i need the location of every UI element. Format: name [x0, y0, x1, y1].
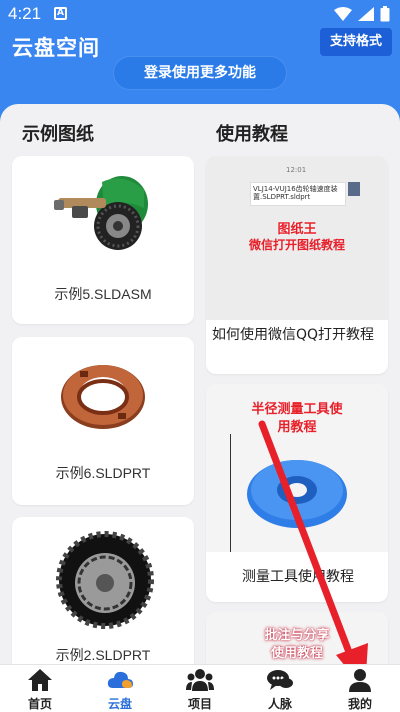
sample-card[interactable]: 示例2.SLDPRT: [12, 517, 194, 664]
wifi-icon: [334, 7, 352, 21]
tab-contacts[interactable]: 人脉: [240, 665, 320, 712]
blue-part-icon: [247, 460, 347, 528]
battery-icon: [380, 6, 390, 22]
sample-card[interactable]: 示例6.SLDPRT: [12, 337, 194, 505]
tab-label: 我的: [347, 697, 372, 711]
person-icon: [349, 669, 371, 692]
sample-name: 示例6.SLDPRT: [55, 465, 151, 481]
wheel-icon: [56, 531, 154, 629]
saw-assembly-icon: [54, 176, 148, 250]
bronze-ring-icon: [61, 365, 145, 429]
people-icon: [186, 669, 214, 691]
sample-name: 示例2.SLDPRT: [55, 647, 151, 663]
page-title: 云盘空间: [12, 36, 100, 60]
tutorial-caption: 测量工具使用教程: [242, 569, 354, 585]
status-bar: 4:21 A: [0, 0, 400, 30]
tutorial-thumbnail: 12:01 VLJ14-VUJ16齿轮轴速度装置.SLDPRT.sldprt 图…: [206, 156, 388, 320]
tab-cloud[interactable]: 云盘: [80, 665, 160, 712]
status-icons: [334, 6, 390, 22]
tutorial-thumbnail: 批注与分享 使用教程: [206, 612, 388, 664]
samples-section-title: 示例图纸: [22, 124, 94, 145]
tab-label: 人脉: [267, 697, 292, 711]
thumb-title-line1: 批注与分享: [264, 628, 330, 643]
thumb-title-line2: 使用教程: [270, 646, 323, 661]
thumb-title-line2: 微信打开图纸教程: [248, 238, 345, 252]
supported-formats-button[interactable]: 支持格式: [320, 28, 392, 56]
thumb-title-line2: 用教程: [277, 420, 317, 435]
tutorials-section-title: 使用教程: [216, 124, 288, 145]
thumb-file-icon: [348, 182, 360, 196]
tab-me[interactable]: 我的: [320, 665, 400, 712]
tutorial-card[interactable]: 12:01 VLJ14-VUJ16齿轮轴速度装置.SLDPRT.sldprt 图…: [206, 156, 388, 374]
thumb-title-line1: 半径测量工具使: [251, 402, 343, 417]
thumb-file-name: VLJ14-VUJ16齿轮轴速度装置.SLDPRT.sldprt: [253, 185, 338, 201]
thumb-title-line1: 图纸王: [277, 222, 317, 237]
sample-name: 示例5.SLDASM: [54, 286, 152, 302]
tutorial-card[interactable]: 批注与分享 使用教程: [206, 612, 388, 664]
chat-icon: [267, 670, 293, 690]
tutorial-caption: 如何使用微信QQ打开教程: [212, 327, 375, 343]
thumb-time: 12:01: [286, 166, 307, 174]
tab-home[interactable]: 首页: [0, 665, 80, 712]
tab-label: 项目: [187, 697, 212, 711]
login-button[interactable]: 登录使用更多功能: [114, 57, 286, 89]
signal-icon: [358, 7, 374, 21]
main-content[interactable]: 示例图纸 使用教程 示例5.SLDASM 示例6.SLDPRT 示例2.SLDP…: [0, 104, 400, 664]
tab-projects[interactable]: 项目: [160, 665, 240, 712]
cloud-icon: [107, 671, 133, 688]
tab-label: 云盘: [107, 697, 132, 711]
thumb-file-card: VLJ14-VUJ16齿轮轴速度装置.SLDPRT.sldprt: [250, 182, 346, 206]
status-time: 4:21: [8, 4, 42, 23]
bottom-tab-bar: 首页 云盘 项目 人脉 我的: [0, 664, 400, 712]
tutorial-card[interactable]: 半径测量工具使 用教程 测量工具使用教程: [206, 384, 388, 602]
sample-card[interactable]: 示例5.SLDASM: [12, 156, 194, 324]
notification-icon: A: [54, 7, 67, 20]
tab-label: 首页: [27, 697, 52, 711]
tutorial-thumbnail: 半径测量工具使 用教程: [206, 384, 388, 552]
thumb-divider: [230, 434, 231, 552]
home-icon: [28, 669, 52, 691]
